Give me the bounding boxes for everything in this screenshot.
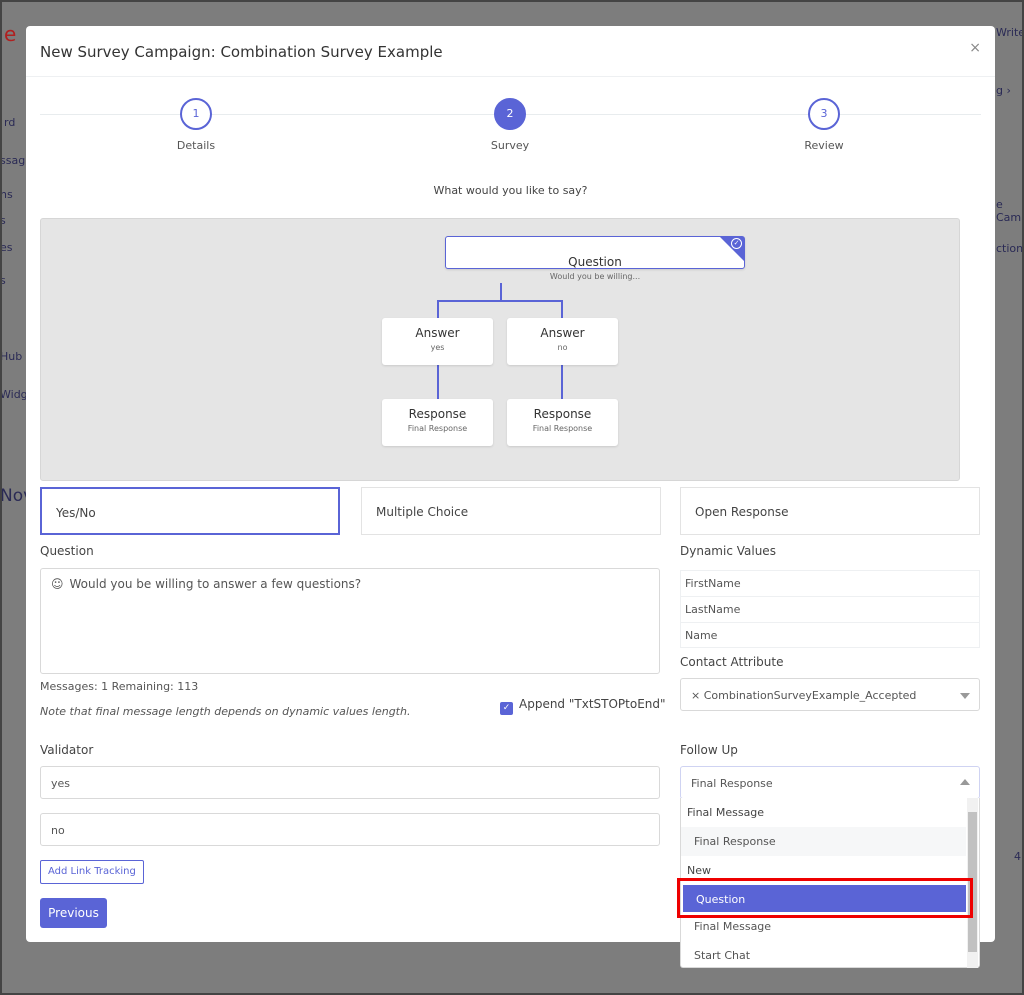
question-textarea[interactable]: ☺ Would you be willing to answer a few qu… — [40, 568, 660, 674]
node-title: Response — [533, 407, 592, 421]
nav-item[interactable]: Hub — [0, 350, 22, 363]
contact-attribute-label: Contact Attribute — [680, 655, 784, 669]
step-survey[interactable]: 2 Survey — [450, 98, 570, 152]
node-subtitle: no — [557, 343, 568, 352]
node-subtitle: Final Response — [407, 424, 468, 433]
nav-item[interactable]: s — [0, 274, 6, 287]
tab-open-response[interactable]: Open Response — [680, 487, 980, 535]
divider — [26, 76, 995, 77]
question-label: Question — [40, 544, 94, 558]
dropdown-option[interactable]: Start Chat — [681, 941, 966, 970]
step-label: Survey — [490, 139, 530, 152]
bg-column: ction — [996, 242, 1024, 255]
step-label: Details — [176, 139, 216, 152]
connector — [437, 300, 439, 318]
follow-up-value: Final Response — [691, 777, 773, 790]
dropdown-option[interactable]: Final Response — [681, 827, 966, 856]
step-number: 2 — [494, 98, 526, 130]
bg-button[interactable]: e Cam — [996, 198, 1024, 224]
node-subtitle: yes — [430, 343, 445, 352]
node-title: Answer — [540, 326, 585, 340]
flow-canvas: ✓ Question Would you be willing... Answer… — [40, 218, 960, 481]
tab-multiple-choice[interactable]: Multiple Choice — [361, 487, 661, 535]
node-title: Answer — [415, 326, 460, 340]
node-title: Question — [568, 255, 622, 269]
length-note: Note that final message length depends o… — [40, 705, 411, 718]
connector — [437, 365, 439, 399]
nav-item[interactable]: ssag — [0, 154, 25, 167]
dynamic-value-item[interactable]: Name — [681, 623, 979, 647]
chevron-down-icon — [960, 693, 970, 699]
dynamic-values-label: Dynamic Values — [680, 544, 776, 558]
prompt: What would you like to say? — [433, 184, 588, 197]
chevron-up-icon — [960, 779, 970, 785]
contact-attribute-select[interactable]: × CombinationSurveyExample_Accepted — [680, 678, 980, 711]
message-counts: Messages: 1 Remaining: 113 — [40, 680, 199, 693]
modal-title: New Survey Campaign: Combination Survey … — [40, 43, 443, 61]
validator-label: Validator — [40, 743, 94, 757]
connector — [561, 300, 563, 318]
nav-item[interactable]: es — [0, 241, 13, 254]
add-link-tracking-button[interactable]: Add Link Tracking — [40, 860, 144, 884]
step-review[interactable]: 3 Review — [764, 98, 884, 152]
connector — [500, 283, 502, 301]
validator-input[interactable]: yes — [40, 766, 660, 799]
contact-attribute-value[interactable]: × CombinationSurveyExample_Accepted — [691, 689, 916, 702]
option-group: Final Message — [687, 806, 765, 819]
close-icon[interactable]: × — [969, 40, 981, 56]
nav-item[interactable]: ns — [0, 188, 13, 201]
append-label: Append "TxtSTOPtoEnd" — [519, 697, 666, 711]
dynamic-value-item[interactable]: FirstName — [681, 571, 979, 597]
checkbox-checked-icon[interactable]: ✓ — [500, 702, 513, 715]
check-icon: ✓ — [731, 238, 742, 249]
previous-button[interactable]: Previous — [40, 898, 107, 928]
step-number: 3 — [808, 98, 840, 130]
nav-item[interactable]: Widg — [0, 388, 28, 401]
step-label: Review — [804, 139, 844, 152]
flow-node-answer-no[interactable]: Answer no — [507, 318, 618, 365]
dynamic-value-item[interactable]: LastName — [681, 597, 979, 623]
node-subtitle: Final Response — [532, 424, 593, 433]
node-subtitle: Would you be willing... — [549, 272, 641, 281]
flow-node-answer-yes[interactable]: Answer yes — [382, 318, 493, 365]
bg-breadcrumb: g › — [996, 84, 1011, 97]
step-number: 1 — [180, 98, 212, 130]
bg-user: Write — [996, 26, 1024, 39]
flow-node-response[interactable]: Response Final Response — [507, 399, 618, 446]
connector — [561, 365, 563, 399]
connector — [437, 300, 563, 302]
validator-input[interactable]: no — [40, 813, 660, 846]
follow-up-label: Follow Up — [680, 743, 738, 757]
tab-yes-no[interactable]: Yes/No — [40, 487, 340, 535]
emoji-icon[interactable]: ☺ — [51, 577, 64, 591]
highlight-box — [677, 878, 973, 918]
dynamic-values-list[interactable]: FirstName LastName Name — [680, 570, 980, 648]
nav-item[interactable]: s — [0, 214, 6, 227]
node-title: Response — [408, 407, 467, 421]
nav-item[interactable]: rd — [4, 116, 15, 129]
flow-node-response[interactable]: Response Final Response — [382, 399, 493, 446]
flow-node-question[interactable]: ✓ Question Would you be willing... — [445, 236, 745, 281]
question-text: Would you be willing to answer a few que… — [69, 577, 362, 591]
append-checkbox[interactable]: ✓ Append "TxtSTOPtoEnd" — [500, 697, 666, 715]
step-details[interactable]: 1 Details — [136, 98, 256, 152]
app-logo: e — [4, 22, 17, 46]
bg-count: 4 — [1014, 850, 1021, 863]
follow-up-select[interactable]: Final Response — [680, 766, 980, 799]
